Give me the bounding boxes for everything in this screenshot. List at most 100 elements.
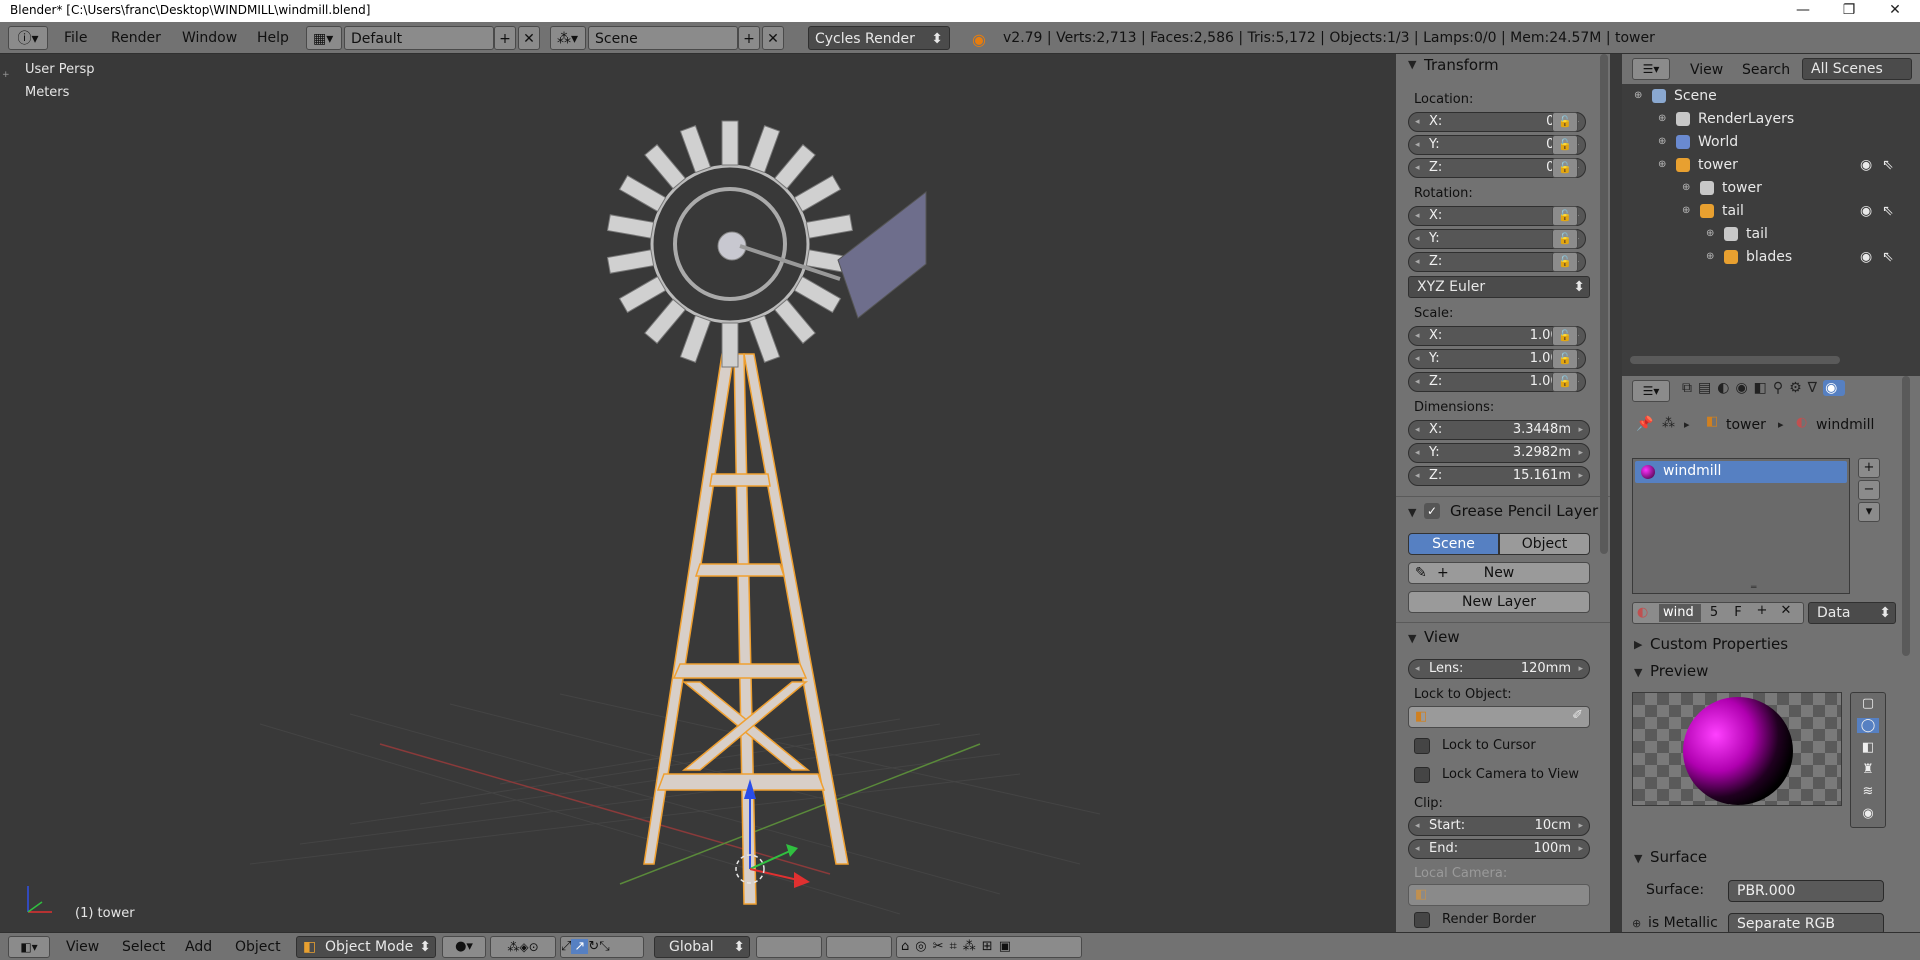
fake-user-button[interactable]: F [1727, 604, 1749, 622]
local-camera-field[interactable]: ◧ [1408, 884, 1590, 906]
add-scene-button[interactable]: + [738, 26, 760, 50]
lock-object-field[interactable]: ◧ ✐ [1408, 706, 1590, 728]
scale-icon[interactable]: ⤡ [599, 939, 609, 954]
manipulator-icon[interactable]: ⤢ [561, 939, 571, 954]
tower-mesh[interactable] [643, 353, 849, 905]
menu-file[interactable]: File [64, 26, 87, 50]
rotor-blades[interactable] [606, 120, 854, 368]
editor-type-button[interactable]: ◧▾ [8, 936, 50, 958]
lock-camera-checkbox[interactable] [1414, 767, 1430, 783]
surface-shader-field[interactable]: PBR.000 [1728, 880, 1884, 902]
lock-icon[interactable]: 🔓 [1552, 112, 1578, 132]
dimension-x-field[interactable]: ◂ X: 3.3448m ▸ [1408, 420, 1590, 440]
lock-cursor-checkbox[interactable] [1414, 738, 1430, 754]
menu-help[interactable]: Help [257, 26, 289, 50]
collapse-triangle-icon[interactable]: ▼ [1634, 666, 1642, 679]
outliner-row[interactable]: ⊕ tail [1622, 223, 1920, 245]
layout-field[interactable]: Default [344, 26, 494, 50]
minimize-button[interactable]: — [1780, 0, 1826, 22]
dimension-y-field[interactable]: ◂ Y: 3.2982m ▸ [1408, 443, 1590, 463]
scrollbar[interactable] [1902, 376, 1910, 656]
outliner-row[interactable]: ⊕ RenderLayers [1622, 108, 1920, 130]
custom-properties-title[interactable]: Custom Properties [1650, 635, 1788, 653]
resize-handle-icon[interactable]: ═ [1751, 583, 1756, 593]
tab-grease-scene[interactable]: Scene [1408, 533, 1499, 555]
manipulator-buttons[interactable]: ⤢ ↗ ↻⤡ [560, 936, 644, 958]
viewport-tool-buttons[interactable]: ⌂◎✂⌗⁂⊞▣ [896, 936, 1082, 958]
expand-icon[interactable]: ⊕ [1632, 917, 1641, 930]
menu-object[interactable]: Object [235, 935, 281, 959]
expand-icon[interactable]: ⊕ [1634, 85, 1642, 107]
selectable-cursor-icon[interactable]: ⇖ [1882, 246, 1894, 268]
outliner-row[interactable]: ⊕ tower [1622, 177, 1920, 199]
new-grease-button[interactable]: ✎ + New [1408, 562, 1590, 584]
shading-dropdown[interactable]: ●▾ [442, 936, 486, 958]
expand-triangle-icon[interactable]: ▶ [1634, 638, 1642, 651]
scene-field[interactable]: Scene [588, 26, 738, 50]
outliner-row[interactable]: ⊕ tower ◉ ⇖ [1622, 154, 1920, 176]
menu-window[interactable]: Window [182, 26, 237, 50]
rotate-icon[interactable]: ↻ [588, 939, 599, 954]
add-slot-button[interactable]: + [1858, 458, 1880, 478]
remove-slot-button[interactable]: − [1858, 480, 1880, 500]
rotation-mode-dropdown[interactable]: XYZ Euler ⬍ [1408, 276, 1590, 298]
mode-dropdown[interactable]: ◧ Object Mode ⬍ [296, 936, 436, 958]
editor-type-button[interactable]: ☰▾ [1632, 380, 1670, 402]
expand-icon[interactable]: ⊕ [1658, 154, 1666, 176]
unlink-material-button[interactable]: ✕ [1775, 603, 1797, 618]
lock-icon[interactable]: 🔓 [1552, 206, 1578, 226]
expand-icon[interactable]: ⊕ [1682, 200, 1690, 222]
selectable-cursor-icon[interactable]: ⇖ [1882, 200, 1894, 222]
lock-icon[interactable]: 🔓 [1552, 158, 1578, 178]
material-name-field[interactable]: wind [1659, 604, 1701, 622]
collapse-triangle-icon[interactable]: ▼ [1408, 58, 1416, 71]
selectable-cursor-icon[interactable]: ⇖ [1882, 154, 1894, 176]
menu-render[interactable]: Render [111, 26, 161, 50]
maximize-button[interactable]: ❐ [1826, 0, 1872, 22]
material-datablock[interactable]: ◐ wind 5 F + ✕ [1632, 602, 1804, 624]
new-material-button[interactable]: + [1751, 603, 1773, 618]
dimension-z-field[interactable]: ◂ Z: 15.161m ▸ [1408, 466, 1590, 486]
eyedropper-icon[interactable]: ✐ [1572, 708, 1583, 723]
collapse-triangle-icon[interactable]: ▼ [1408, 632, 1416, 645]
menu-view[interactable]: View [1690, 58, 1723, 82]
visibility-eye-icon[interactable]: ◉ [1860, 246, 1872, 268]
outliner-row[interactable]: ⊕ Scene [1622, 85, 1920, 107]
visibility-eye-icon[interactable]: ◉ [1860, 154, 1872, 176]
grease-pencil-toggle-checkbox[interactable]: ✓ [1424, 503, 1440, 519]
users-count[interactable]: 5 [1703, 604, 1725, 622]
add-layout-button[interactable]: + [494, 26, 516, 50]
pin-icon[interactable]: 📌 [1636, 416, 1653, 432]
layer-buttons-2[interactable] [826, 936, 892, 958]
render-border-checkbox[interactable] [1414, 912, 1430, 928]
expand-icon[interactable]: ⊕ [1706, 223, 1714, 245]
layout-icon[interactable]: ▦▾ [306, 26, 342, 50]
expand-icon[interactable]: ⊕ [1658, 131, 1666, 153]
new-layer-button[interactable]: New Layer [1408, 591, 1590, 613]
menu-add[interactable]: Add [185, 935, 212, 959]
render-engine-dropdown[interactable]: Cycles Render ⬍ [808, 26, 950, 50]
context-tabs[interactable]: ⧉▤◐◉◧⚲⚙∇ ◉ [1682, 380, 1918, 402]
preview-shape-buttons[interactable]: ▢ ◯ ◧ ♜ ≋ ◉ [1850, 692, 1886, 828]
outliner-row[interactable]: ⊕ World [1622, 131, 1920, 153]
horizontal-scrollbar[interactable] [1630, 356, 1840, 364]
tab-grease-object[interactable]: Object [1499, 533, 1590, 555]
expand-icon[interactable]: ⊕ [1658, 108, 1666, 130]
editor-type-button[interactable]: ☰▾ [1632, 58, 1670, 80]
menu-view[interactable]: View [66, 935, 99, 959]
layer-buttons-1[interactable] [756, 936, 822, 958]
slot-specials-button[interactable]: ▾ [1858, 502, 1880, 522]
material-slot-list[interactable]: windmill ═ [1632, 458, 1850, 594]
display-mode-dropdown[interactable]: All Scenes [1802, 58, 1912, 80]
material-slot-row[interactable]: windmill [1635, 461, 1847, 483]
collapse-triangle-icon[interactable]: ▼ [1634, 852, 1642, 865]
orientation-dropdown[interactable]: Global ⬍ [654, 936, 750, 958]
sphere-preview-icon[interactable]: ◯ [1856, 718, 1880, 733]
outliner-row[interactable]: ⊕ tail ◉ ⇖ [1622, 200, 1920, 222]
remove-scene-button[interactable]: ✕ [762, 26, 784, 50]
scene-icon[interactable]: ⁂▾ [550, 26, 586, 50]
link-dropdown[interactable]: Data ⬍ [1808, 602, 1896, 624]
visibility-eye-icon[interactable]: ◉ [1860, 200, 1872, 222]
lock-icon[interactable]: 🔓 [1552, 135, 1578, 155]
menu-select[interactable]: Select [122, 935, 165, 959]
